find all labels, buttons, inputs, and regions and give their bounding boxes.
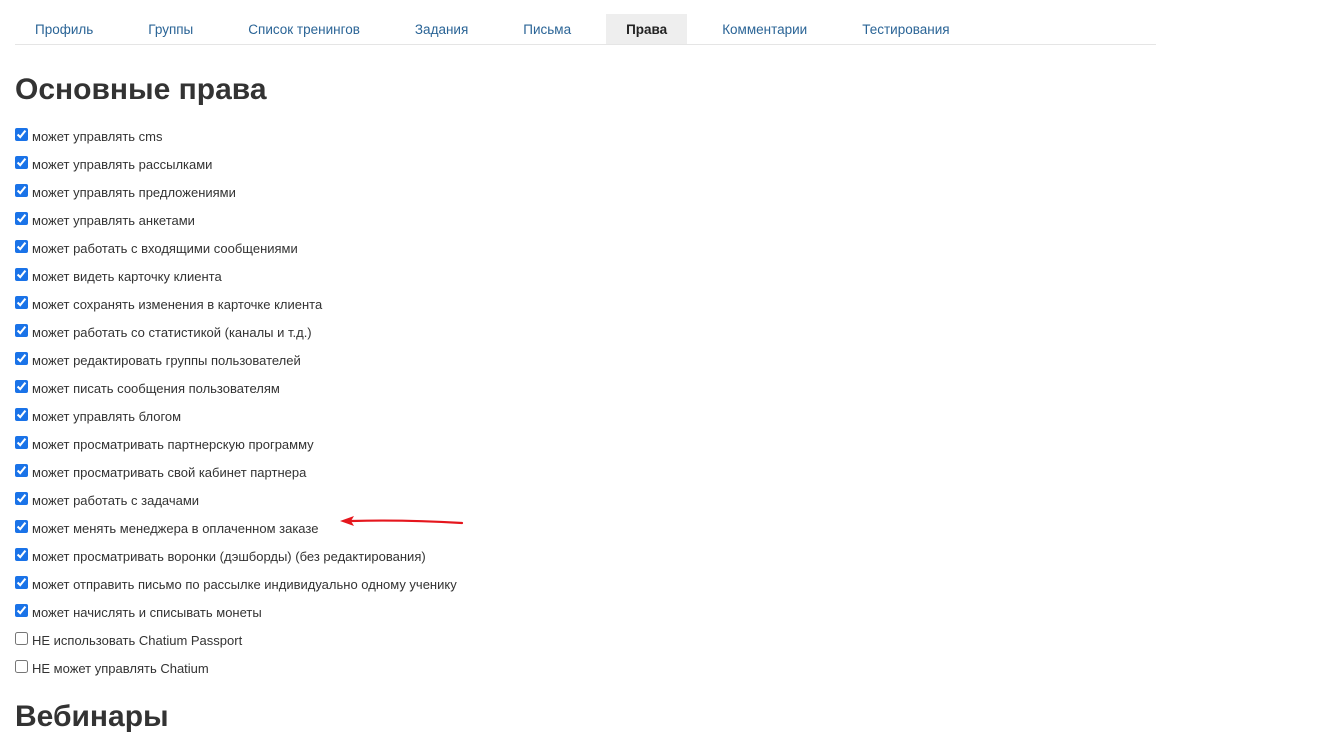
- permission-checkbox[interactable]: [15, 463, 28, 477]
- permission-label: может просматривать свой кабинет партнер…: [32, 464, 307, 480]
- permission-label: может менять менеджера в оплаченном зака…: [32, 520, 319, 536]
- permission-checkbox[interactable]: [15, 323, 28, 337]
- permission-checkbox[interactable]: [15, 127, 28, 141]
- permission-checkbox[interactable]: [15, 519, 28, 533]
- permission-label: может видеть карточку клиента: [32, 268, 222, 284]
- permission-label: может управлять cms: [32, 128, 163, 144]
- permission-label: может управлять блогом: [32, 408, 182, 424]
- permission-checkbox[interactable]: [15, 295, 28, 309]
- permission-item[interactable]: может управлять блогом: [15, 402, 715, 430]
- permission-item[interactable]: может управлять анкетами: [15, 206, 715, 234]
- permission-label: может начислять и списывать монеты: [32, 604, 262, 620]
- permission-checkbox[interactable]: [15, 547, 28, 561]
- permission-checkbox[interactable]: [15, 183, 28, 197]
- tab-trainings[interactable]: Список тренингов: [228, 14, 380, 44]
- permission-label: может работать с задачами: [32, 492, 200, 508]
- permission-item[interactable]: НЕ может управлять Chatium: [15, 654, 715, 682]
- permission-item[interactable]: может начислять и списывать монеты: [15, 598, 715, 626]
- permission-item[interactable]: может управлять cms: [15, 122, 715, 150]
- permission-label: НЕ использовать Chatium Passport: [32, 632, 243, 648]
- section-title-webinars: Вебинары: [15, 700, 169, 733]
- permission-item[interactable]: может просматривать партнерскую программ…: [15, 430, 715, 458]
- permission-label: может писать сообщения пользователям: [32, 380, 280, 396]
- tab-comments[interactable]: Комментарии: [702, 14, 827, 44]
- permission-label: НЕ может управлять Chatium: [32, 660, 209, 676]
- permission-item[interactable]: может просматривать свой кабинет партнер…: [15, 458, 715, 486]
- section-title-main-rights: Основные права: [15, 73, 267, 106]
- permission-label: может сохранять изменения в карточке кли…: [32, 296, 323, 312]
- permission-checkbox[interactable]: [15, 491, 28, 505]
- permission-label: может управлять предложениями: [32, 184, 236, 200]
- permission-item[interactable]: может просматривать воронки (дэшборды) (…: [15, 542, 715, 570]
- annotation-arrow: [340, 516, 464, 526]
- permission-item[interactable]: может редактировать группы пользователей: [15, 346, 715, 374]
- permission-label: может просматривать воронки (дэшборды) (…: [32, 548, 426, 564]
- permission-checkbox[interactable]: [15, 211, 28, 225]
- permission-item[interactable]: может управлять предложениями: [15, 178, 715, 206]
- permission-checkbox[interactable]: [15, 575, 28, 589]
- permission-checkbox[interactable]: [15, 155, 28, 169]
- permission-item[interactable]: может видеть карточку клиента: [15, 262, 715, 290]
- tab-groups[interactable]: Группы: [128, 14, 213, 44]
- tab-bar: Профиль Группы Список тренингов Задания …: [15, 14, 1156, 45]
- permission-label: может управлять рассылками: [32, 156, 213, 172]
- permission-item[interactable]: может работать с задачами: [15, 486, 715, 514]
- permission-checkbox[interactable]: [15, 379, 28, 393]
- permission-checkbox[interactable]: [15, 407, 28, 421]
- permission-item[interactable]: может работать с входящими сообщениями: [15, 234, 715, 262]
- permission-checkbox[interactable]: [15, 239, 28, 253]
- permission-checkbox[interactable]: [15, 631, 28, 645]
- tab-tasks[interactable]: Задания: [395, 14, 488, 44]
- permission-checkbox[interactable]: [15, 659, 28, 673]
- permission-checkbox[interactable]: [15, 435, 28, 449]
- permission-checkbox[interactable]: [15, 351, 28, 365]
- permission-item[interactable]: может писать сообщения пользователям: [15, 374, 715, 402]
- tab-testing[interactable]: Тестирования: [842, 14, 969, 44]
- permissions-list: может управлять cms может управлять расс…: [15, 122, 715, 682]
- permission-label: может редактировать группы пользователей: [32, 352, 301, 368]
- permission-checkbox[interactable]: [15, 267, 28, 281]
- permission-label: может работать с входящими сообщениями: [32, 240, 298, 256]
- permission-item[interactable]: НЕ использовать Chatium Passport: [15, 626, 715, 654]
- permission-item[interactable]: может отправить письмо по рассылке индив…: [15, 570, 715, 598]
- permission-label: может управлять анкетами: [32, 212, 195, 228]
- tab-letters[interactable]: Письма: [503, 14, 591, 44]
- permission-label: может отправить письмо по рассылке индив…: [32, 576, 457, 592]
- permission-item[interactable]: может сохранять изменения в карточке кли…: [15, 290, 715, 318]
- tab-profile[interactable]: Профиль: [15, 14, 113, 44]
- permission-checkbox[interactable]: [15, 603, 28, 617]
- permission-label: может работать со статистикой (каналы и …: [32, 324, 312, 340]
- permission-item[interactable]: может работать со статистикой (каналы и …: [15, 318, 715, 346]
- permission-item[interactable]: может управлять рассылками: [15, 150, 715, 178]
- permission-label: может просматривать партнерскую программ…: [32, 436, 314, 452]
- tab-rights[interactable]: Права: [606, 14, 688, 44]
